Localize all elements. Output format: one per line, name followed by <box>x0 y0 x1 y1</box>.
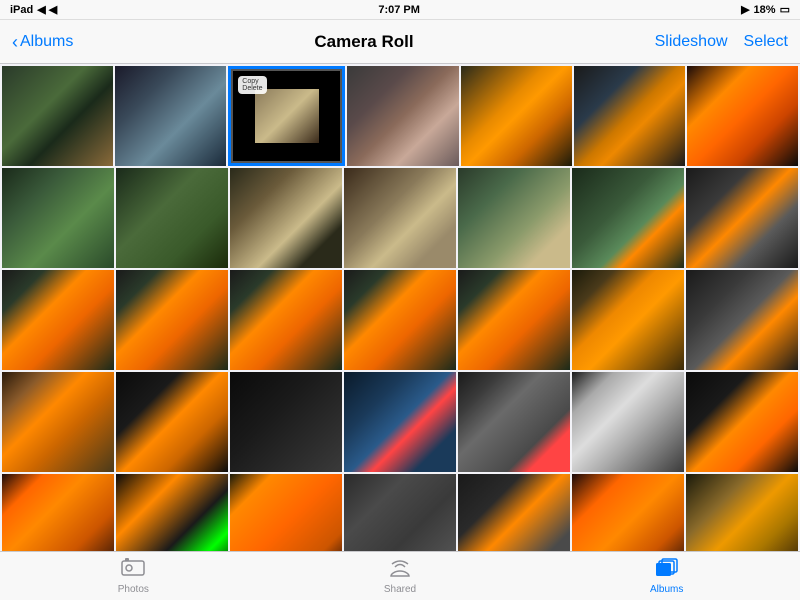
context-menu: Copy Delete <box>238 76 266 94</box>
photo-thumb-6[interactable] <box>574 66 685 166</box>
status-bar: iPad ◀ ◀ 7:07 PM ▶ 18% ▭ <box>0 0 800 20</box>
grid-row <box>2 372 798 472</box>
photo-thumb-15[interactable] <box>2 270 114 370</box>
nav-actions: Slideshow Select <box>655 33 788 51</box>
page-title: Camera Roll <box>314 32 413 52</box>
tab-shared-label: Shared <box>384 584 416 595</box>
photo-thumb-13[interactable] <box>572 168 684 268</box>
photo-thumb-22[interactable] <box>2 372 114 472</box>
photo-thumb-26[interactable] <box>458 372 570 472</box>
photo-thumb-17[interactable] <box>230 270 342 370</box>
photo-thumb-34[interactable] <box>572 474 684 551</box>
photo-thumb-28[interactable] <box>686 372 798 472</box>
photo-thumb-19[interactable] <box>458 270 570 370</box>
photo-thumb-1[interactable] <box>2 66 113 166</box>
back-button[interactable]: ‹ Albums <box>12 33 73 51</box>
photo-thumb-21[interactable] <box>686 270 798 370</box>
photo-thumb-10[interactable] <box>230 168 342 268</box>
signal-icon: ▶ <box>741 3 749 16</box>
photo-thumb-24[interactable] <box>230 372 342 472</box>
photo-thumb-23[interactable] <box>116 372 228 472</box>
photo-thumb-11[interactable] <box>344 168 456 268</box>
select-button[interactable]: Select <box>744 33 788 51</box>
albums-icon <box>655 558 679 582</box>
menu-item[interactable]: Delete <box>242 85 262 92</box>
photo-thumb-9[interactable] <box>116 168 228 268</box>
tab-photos[interactable]: Photos <box>0 552 267 600</box>
photo-thumb-32[interactable] <box>344 474 456 551</box>
slideshow-button[interactable]: Slideshow <box>655 33 728 51</box>
photo-thumb-14[interactable] <box>686 168 798 268</box>
photo-thumb-12[interactable] <box>458 168 570 268</box>
photo-thumb-31[interactable] <box>230 474 342 551</box>
battery-level: 18% <box>754 4 776 16</box>
photo-thumb-25[interactable] <box>344 372 456 472</box>
photo-thumb-35[interactable] <box>686 474 798 551</box>
photo-thumb-5[interactable] <box>461 66 572 166</box>
photo-thumb-4[interactable] <box>347 66 458 166</box>
photo-thumb-30[interactable] <box>116 474 228 551</box>
photo-thumb-7[interactable] <box>687 66 798 166</box>
tab-albums[interactable]: Albums <box>533 552 800 600</box>
photo-thumb-16[interactable] <box>116 270 228 370</box>
grid-row: Copy Delete <box>2 66 798 166</box>
photo-thumb-20[interactable] <box>572 270 684 370</box>
status-left: iPad ◀ ◀ <box>10 3 57 16</box>
photo-thumb-33[interactable] <box>458 474 570 551</box>
tab-bar: Photos Shared Albums <box>0 551 800 600</box>
status-right: ▶ 18% ▭ <box>741 3 790 16</box>
photo-thumb-8[interactable] <box>2 168 114 268</box>
back-chevron-icon: ‹ <box>12 33 18 51</box>
photo-thumb-2[interactable] <box>115 66 226 166</box>
photos-icon <box>121 558 145 582</box>
photo-thumb-29[interactable] <box>2 474 114 551</box>
shared-icon <box>388 558 412 582</box>
grid-row <box>2 270 798 370</box>
device-label: iPad <box>10 4 33 16</box>
status-time: 7:07 PM <box>378 4 420 16</box>
grid-row <box>2 474 798 551</box>
photo-thumb-27[interactable] <box>572 372 684 472</box>
photo-thumb-18[interactable] <box>344 270 456 370</box>
photo-thumb-3[interactable]: Copy Delete <box>228 66 345 166</box>
tab-albums-label: Albums <box>650 584 683 595</box>
tab-photos-label: Photos <box>118 584 149 595</box>
grid-row <box>2 168 798 268</box>
back-label: Albums <box>20 33 73 51</box>
tab-shared[interactable]: Shared <box>267 552 534 600</box>
wifi-icon: ◀ ◀ <box>37 3 57 16</box>
battery-icon: ▭ <box>780 3 790 16</box>
photo-grid: Copy Delete <box>0 64 800 551</box>
nav-bar: ‹ Albums Camera Roll Slideshow Select <box>0 20 800 64</box>
menu-item[interactable]: Copy <box>242 78 262 85</box>
